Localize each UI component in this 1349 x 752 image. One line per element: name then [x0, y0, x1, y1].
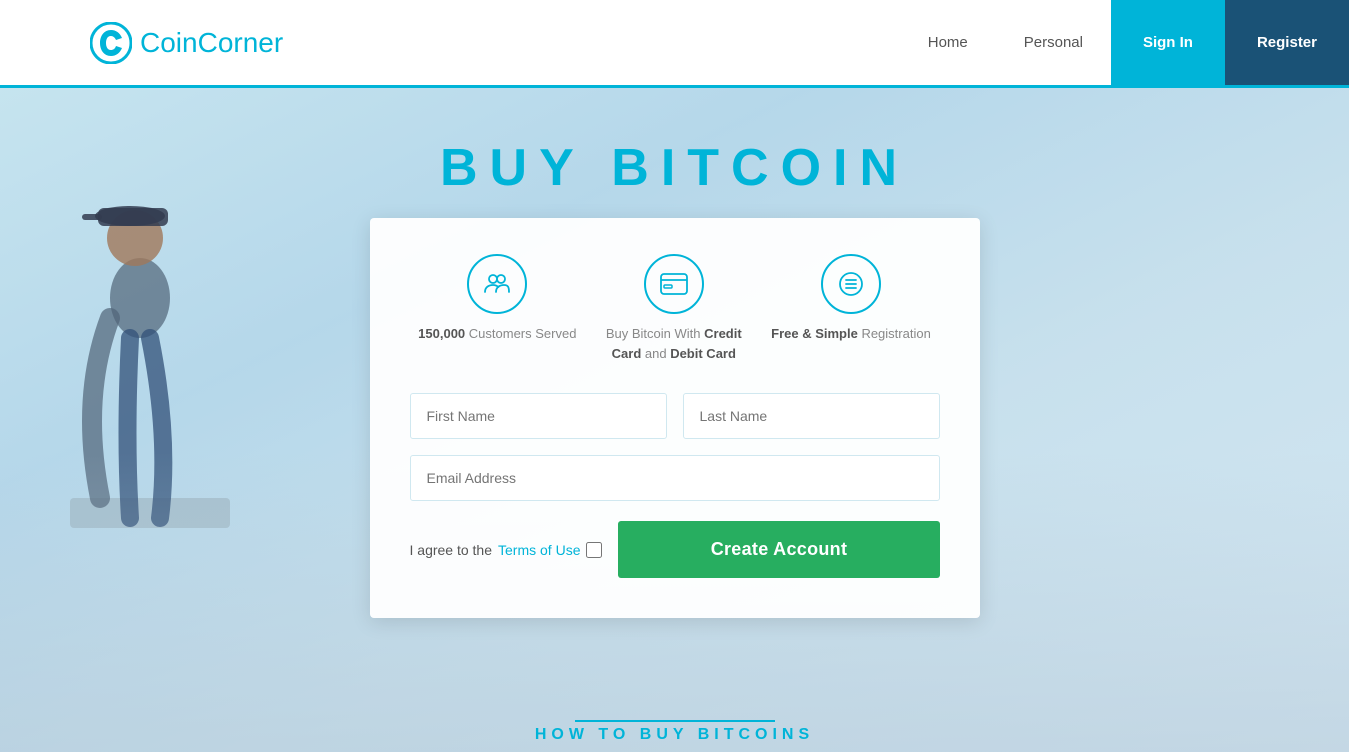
bottom-row: I agree to the Terms of Use Create Accou…: [410, 521, 940, 578]
hero-title: BUY BITCOIN: [0, 138, 1349, 198]
list-icon: [838, 271, 864, 297]
nav-home[interactable]: Home: [900, 0, 996, 85]
terms-link[interactable]: Terms of Use: [498, 542, 580, 558]
how-to-section: HOW TO BUY BITCOINS: [0, 716, 1349, 744]
name-row: [410, 393, 940, 439]
nav-personal[interactable]: Personal: [996, 0, 1111, 85]
signin-button[interactable]: Sign In: [1111, 0, 1225, 85]
registration-card: 150,000 Customers Served Buy Bitcoin Wit…: [370, 218, 980, 618]
features-row: 150,000 Customers Served Buy Bitcoin Wit…: [410, 254, 940, 363]
first-name-input[interactable]: [410, 393, 667, 439]
create-account-button[interactable]: Create Account: [618, 521, 939, 578]
card-text: Buy Bitcoin With Credit Card and Debit C…: [594, 324, 754, 363]
card-icon-circle: [644, 254, 704, 314]
nav-links: Home Personal Sign In Register: [900, 0, 1349, 85]
terms-area: I agree to the Terms of Use: [410, 542, 603, 558]
logo-icon: [90, 22, 132, 64]
feature-card: Buy Bitcoin With Credit Card and Debit C…: [594, 254, 754, 363]
how-to-line: [575, 720, 775, 722]
hero-background: BUY BITCOIN 150,000 Customers Served: [0, 88, 1349, 752]
logo: CoinCorner: [90, 22, 283, 64]
navbar: CoinCorner Home Personal Sign In Registe…: [0, 0, 1349, 88]
last-name-input[interactable]: [683, 393, 940, 439]
logo-text: CoinCorner: [140, 27, 283, 59]
customers-text: 150,000 Customers Served: [418, 324, 576, 344]
email-input[interactable]: [410, 455, 940, 501]
feature-customers: 150,000 Customers Served: [418, 254, 576, 363]
how-to-title: HOW TO BUY BITCOINS: [0, 726, 1349, 744]
customers-icon-circle: [467, 254, 527, 314]
feature-registration: Free & Simple Registration: [771, 254, 931, 363]
credit-card-icon: [660, 273, 688, 295]
users-icon: [483, 270, 511, 298]
terms-checkbox[interactable]: [586, 542, 602, 558]
terms-prefix-text: I agree to the: [410, 542, 493, 558]
registration-icon-circle: [821, 254, 881, 314]
registration-text: Free & Simple Registration: [771, 324, 931, 344]
register-button[interactable]: Register: [1225, 0, 1349, 85]
